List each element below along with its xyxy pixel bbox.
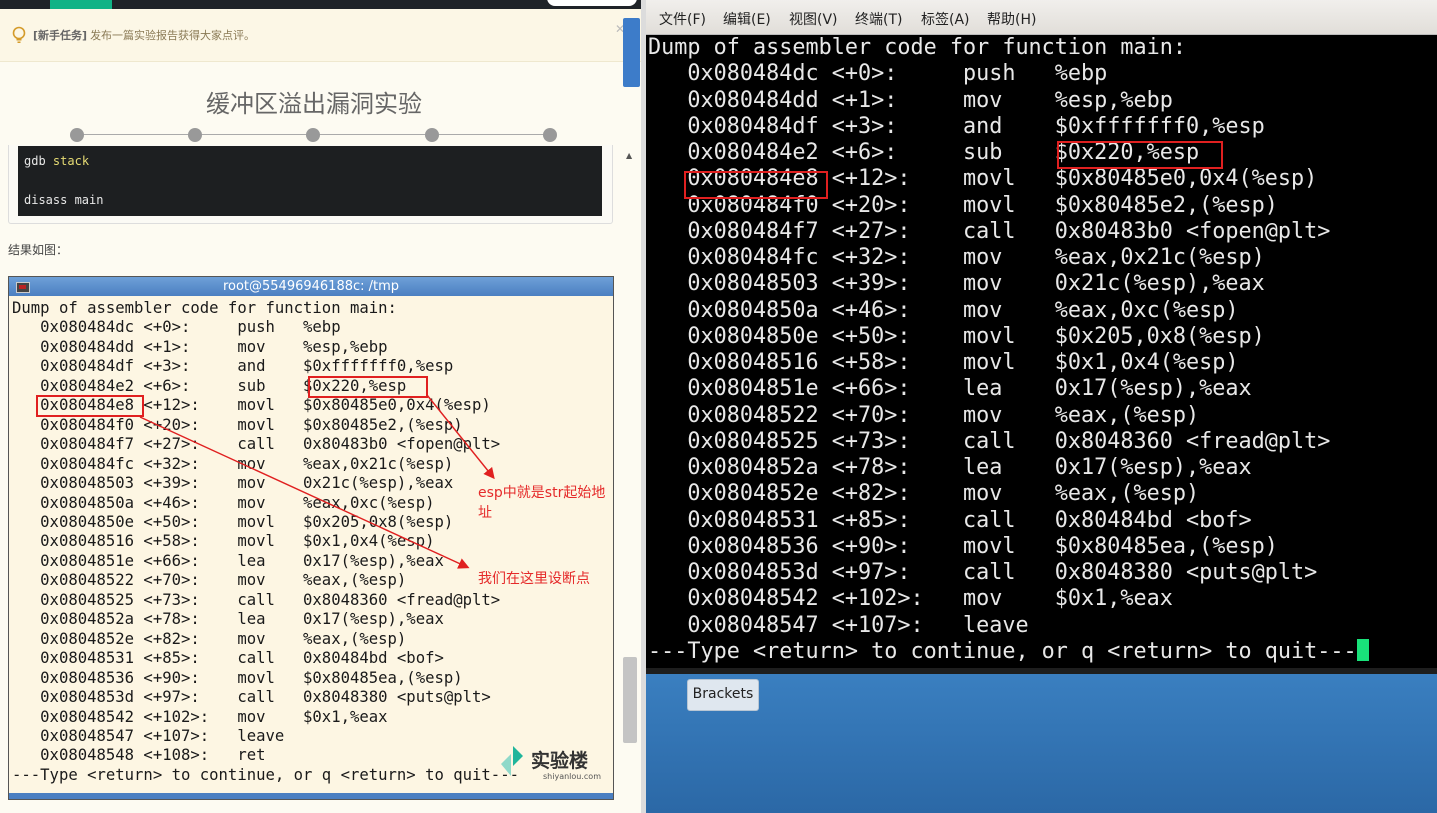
code-line: 0x0804850a <+46>: mov %eax,0xc(%esp) (648, 297, 1239, 323)
code-line: 0x080484df <+3>: and $0xfffffff0,%esp (648, 113, 1265, 139)
brackets-launcher[interactable]: Brackets (687, 679, 759, 711)
watermark-url: shiyanlou.com (543, 772, 601, 781)
code-arg: stack (52, 154, 90, 168)
code-line: 0x0804850e <+50>: movl $0x205,0x8(%esp) (648, 323, 1265, 349)
arrow-esp (426, 394, 495, 480)
desktop-area: Brackets (646, 674, 1437, 813)
watermark: 实验楼 shiyanlou.com (499, 742, 609, 786)
terminal-window[interactable]: Dump of assembler code for function main… (646, 35, 1437, 668)
tip-banner: [新手任务] 发布一篇实验报告获得大家点评。 ✕ (0, 9, 641, 62)
arrow-breakpoint (139, 416, 470, 569)
code-line: 0x080484fc <+32>: mov %eax,0x21c(%esp) (648, 245, 1265, 270)
lightbulb-icon (12, 26, 26, 43)
menu-tabs[interactable]: 标签(A) (921, 9, 970, 29)
scrollbar-thumb[interactable] (623, 657, 637, 743)
step-progress (70, 127, 558, 143)
annotation-breakpoint: 我们在这里设断点 (478, 571, 590, 587)
tip-text[interactable]: [新手任务] 发布一篇实验报告获得大家点评。 (33, 27, 255, 43)
code-line: 0x08048522 <+70>: mov %eax,(%esp) (648, 402, 1200, 428)
code-block: gdb stack disass main (18, 146, 602, 216)
terminal-highlight-breakpoint-address (684, 171, 828, 199)
step-dot-1[interactable] (70, 128, 84, 142)
code-line: 0x08048516 <+58>: movl $0x1,0x4(%esp) (648, 350, 1239, 375)
watermark-text: 实验楼 (531, 750, 589, 772)
menu-help[interactable]: 帮助(H) (987, 9, 1036, 29)
code-line: 0x0804852e <+82>: mov %eax,(%esp) (648, 481, 1200, 507)
code-line: 0x08048531 <+85>: call 0x80484bd <bof> (648, 507, 1252, 533)
code-line-1: gdb stack (24, 154, 89, 168)
result-label: 结果如图： (8, 243, 69, 257)
nav-search-pill[interactable] (547, 0, 637, 6)
step-dot-5[interactable] (543, 128, 557, 142)
code-line: 0x080484dc <+0>: push %ebp (648, 61, 1108, 87)
menu-view[interactable]: 视图(V) (789, 9, 838, 29)
code-cmd: gdb (24, 154, 46, 168)
terminal-highlight-sub-operand (1057, 141, 1223, 169)
terminal-menubar: 文件(F) 编辑(E) 视图(V) 终端(T) 标签(A) 帮助(H) (646, 0, 1437, 35)
hide-desktop-button[interactable] (623, 18, 640, 87)
code-line: 0x080484e2 <+6>: sub $0x220,%esp (648, 140, 1200, 165)
code-line: 0x080484dd <+1>: mov %esp,%ebp (648, 87, 1173, 113)
code-line: 0x08048536 <+90>: movl $0x80485ea,(%esp) (648, 533, 1278, 559)
step-dot-3[interactable] (306, 128, 320, 142)
code-line: 0x08048525 <+73>: call 0x8048360 <fread@… (648, 428, 1331, 454)
step-dot-4[interactable] (425, 128, 439, 142)
code-line: 0x08048542 <+102>: mov $0x1,%eax (648, 586, 1173, 612)
terminal-prompt-text: ---Type <return> to continue, or q <retu… (648, 638, 1357, 664)
terminal-output: Dump of assembler code for function main… (648, 35, 1369, 665)
code-line: 0x0804853d <+97>: call 0x8048380 <puts@p… (648, 560, 1318, 585)
lesson-title: 缓冲区溢出漏洞实验 (206, 90, 422, 118)
annotation-esp: esp中就是str起始地址 (478, 485, 606, 521)
terminal-screenshot: root@55496946188c: /tmp Dump of assemble… (8, 276, 614, 800)
tip-message: 发布一篇实验报告获得大家点评。 (90, 29, 256, 42)
code-line: 0x08048503 <+39>: mov 0x21c(%esp),%eax (648, 271, 1265, 297)
remote-desktop: 文件(F) 编辑(E) 视图(V) 终端(T) 标签(A) 帮助(H) Dump… (646, 0, 1437, 813)
terminal-cursor (1356, 638, 1369, 661)
scroll-up-icon[interactable]: ▲ (626, 151, 632, 160)
active-nav-tab[interactable] (50, 0, 112, 9)
tip-tag: [新手任务] (33, 29, 88, 42)
code-line: 0x08048547 <+107>: leave (648, 612, 1029, 638)
annotation-arrows (139, 394, 495, 569)
code-line: 0x0804852a <+78>: lea 0x17(%esp),%eax (648, 455, 1252, 480)
code-line-2: disass main (24, 193, 104, 207)
shiyanlou-logo-icon (501, 746, 523, 776)
terminal-prompt: ---Type <return> to continue, or q <retu… (648, 638, 1369, 665)
code-line: Dump of assembler code for function main… (648, 35, 1187, 60)
code-line: 0x0804851e <+66>: lea 0x17(%esp),%eax (648, 376, 1252, 402)
lesson-pane: [新手任务] 发布一篇实验报告获得大家点评。 ✕ 缓冲区溢出漏洞实验 gdb st… (0, 0, 641, 813)
menu-file[interactable]: 文件(F) (659, 9, 706, 29)
menu-terminal[interactable]: 终端(T) (855, 9, 902, 29)
menu-edit[interactable]: 编辑(E) (723, 9, 771, 29)
code-line: 0x080484f7 <+27>: call 0x80483b0 <fopen@… (648, 218, 1331, 244)
step-dot-2[interactable] (188, 128, 202, 142)
